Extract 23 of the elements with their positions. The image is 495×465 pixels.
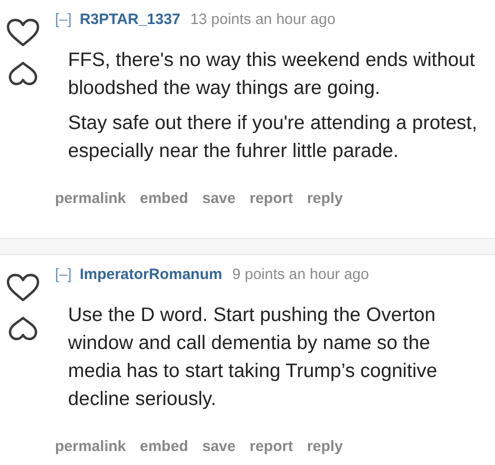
comment-meta: 9 points an hour ago	[232, 265, 369, 285]
action-link[interactable]: report	[250, 436, 293, 458]
action-link[interactable]: save	[202, 188, 236, 210]
comment-meta: 13 points an hour ago	[190, 10, 336, 30]
comment-text: Stay safe out there if you're attending a protest, especially near the fuhrer little parade.	[68, 111, 478, 164]
collapse-link[interactable]: [–]	[55, 265, 72, 285]
inverted-heart-icon[interactable]	[8, 60, 38, 86]
heart-icon[interactable]	[6, 18, 40, 48]
action-link[interactable]: reply	[306, 188, 343, 210]
action-link[interactable]: save	[202, 436, 236, 458]
action-link[interactable]: embed	[140, 436, 188, 458]
author-link[interactable]: ImperatorRomanum	[80, 265, 222, 285]
inverted-heart-icon[interactable]	[8, 315, 38, 341]
collapse-link[interactable]: [–]	[55, 10, 72, 30]
action-link[interactable]: embed	[140, 188, 188, 210]
heart-icon[interactable]	[6, 273, 40, 303]
comment-text: FFS, there's no way this weekend ends without bloodshed the way things are going.	[68, 48, 476, 101]
action-link[interactable]: reply	[306, 436, 343, 458]
comment-text: Use the D word. Start pushing the Overton window and call dementia by name so the media has to start taking Trump’s cognitive decline seriously.	[68, 303, 438, 412]
author-link[interactable]: R3PTAR_1337	[80, 10, 180, 30]
action-link[interactable]: permalink	[55, 188, 126, 210]
action-link[interactable]: permalink	[55, 436, 126, 458]
action-link[interactable]: report	[250, 188, 293, 210]
